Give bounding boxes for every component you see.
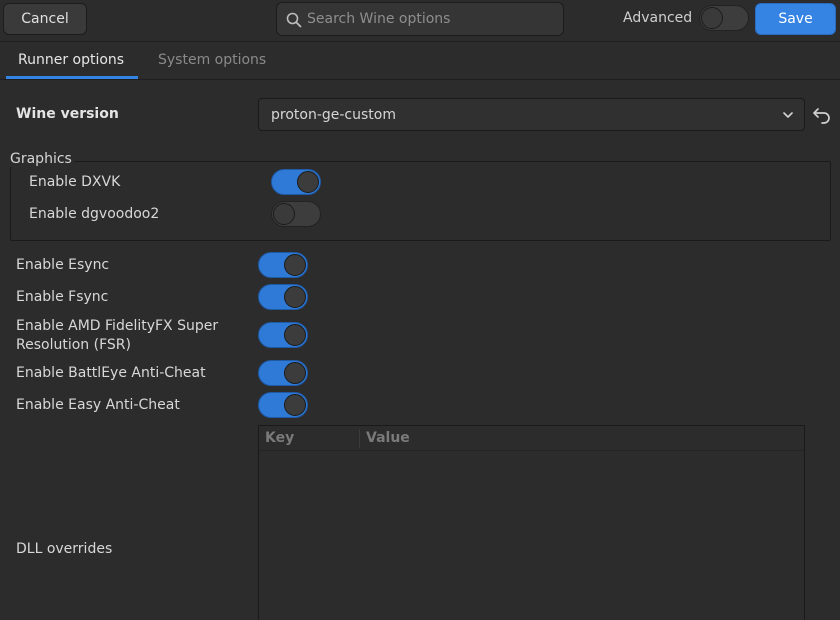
tab-system-options[interactable]: System options xyxy=(158,52,266,68)
table-header: Key Value xyxy=(259,426,804,451)
fsr-label-line1: Enable AMD FidelityFX Super xyxy=(16,318,219,334)
fsr-switch[interactable] xyxy=(258,322,308,348)
active-tab-indicator xyxy=(6,76,138,79)
wine-version-label: Wine version xyxy=(16,106,119,122)
dgvoodoo2-label: Enable dgvoodoo2 xyxy=(29,206,160,222)
cancel-button[interactable]: Cancel xyxy=(3,3,87,35)
graphics-frame xyxy=(10,161,831,241)
chevron-down-icon xyxy=(783,112,793,118)
column-separator xyxy=(359,429,360,448)
column-header-key[interactable]: Key xyxy=(265,430,294,446)
tab-runner-options[interactable]: Runner options xyxy=(18,52,124,68)
switch-knob xyxy=(297,171,319,193)
switch-knob xyxy=(284,324,306,346)
battleye-switch[interactable] xyxy=(258,360,308,386)
header-bar: Cancel Advanced Save xyxy=(0,0,840,42)
dxvk-switch[interactable] xyxy=(271,169,321,195)
switch-knob xyxy=(284,362,306,384)
dll-overrides-label: DLL overrides xyxy=(16,541,113,557)
switch-knob xyxy=(284,394,306,416)
save-button[interactable]: Save xyxy=(755,3,836,35)
fsync-switch[interactable] xyxy=(258,284,308,310)
esync-switch[interactable] xyxy=(258,252,308,278)
switch-knob xyxy=(273,203,295,225)
dll-overrides-table[interactable]: Key Value xyxy=(258,425,805,620)
graphics-legend: Graphics xyxy=(8,151,74,167)
wine-version-dropdown[interactable]: proton-ge-custom xyxy=(258,98,805,131)
search-icon xyxy=(286,12,302,28)
dgvoodoo2-switch[interactable] xyxy=(271,201,321,227)
undo-icon[interactable] xyxy=(812,106,832,124)
battleye-label: Enable BattlEye Anti-Cheat xyxy=(16,365,206,381)
advanced-label: Advanced xyxy=(623,10,693,26)
search-input[interactable] xyxy=(307,3,557,35)
easy-anticheat-label: Enable Easy Anti-Cheat xyxy=(16,397,180,413)
tab-bar: Runner options System options xyxy=(0,42,840,80)
easy-anticheat-switch[interactable] xyxy=(258,392,308,418)
search-box[interactable] xyxy=(276,2,564,36)
wine-version-value: proton-ge-custom xyxy=(271,107,396,123)
switch-knob xyxy=(284,254,306,276)
switch-knob xyxy=(284,286,306,308)
advanced-switch[interactable] xyxy=(699,5,749,31)
dxvk-label: Enable DXVK xyxy=(29,174,121,190)
switch-knob xyxy=(701,7,723,29)
esync-label: Enable Esync xyxy=(16,257,110,273)
fsr-label-line2: Resolution (FSR) xyxy=(16,337,131,353)
column-header-value[interactable]: Value xyxy=(366,430,410,446)
fsync-label: Enable Fsync xyxy=(16,289,109,305)
